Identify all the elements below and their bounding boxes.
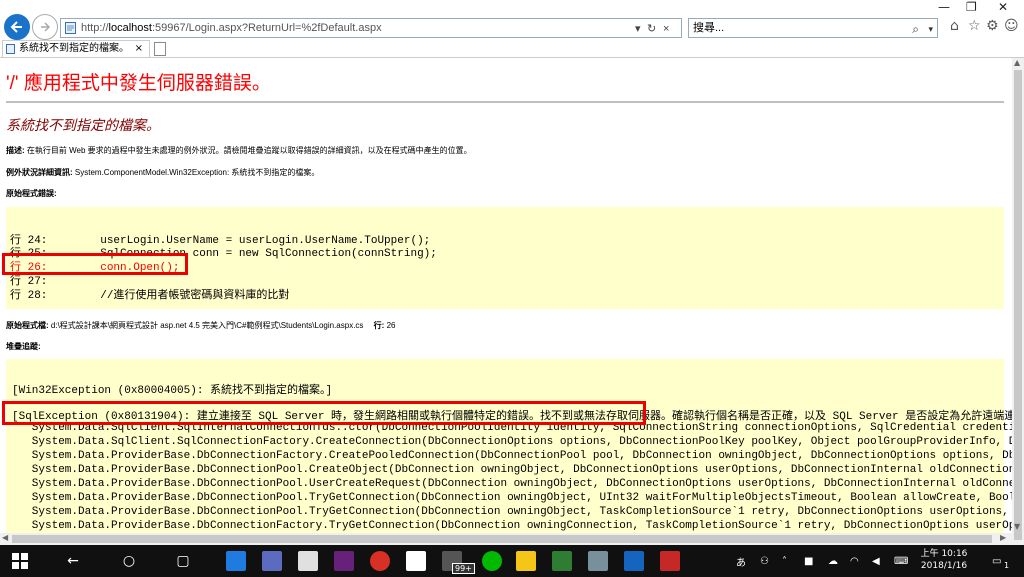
grid-app-icon[interactable] xyxy=(552,551,572,571)
scroll-right-icon[interactable]: ▶ xyxy=(1000,533,1006,542)
close-window-button[interactable]: ✕ xyxy=(998,0,1008,16)
stack-trace-heading: 堆疊追蹤: xyxy=(6,342,41,351)
clock-date: 2018/1/16 xyxy=(920,561,968,571)
show-hidden-icons[interactable]: ˄ xyxy=(782,545,787,577)
refresh-icon[interactable]: ↻ xyxy=(647,20,656,38)
line-icon[interactable] xyxy=(482,551,502,571)
page-icon xyxy=(6,44,15,54)
stack-line: System.Data.ProviderBase.DbConnectionPoo… xyxy=(12,464,1012,476)
source-code-block: 行 24: userLogin.UserName = userLogin.Use… xyxy=(2,207,1004,309)
page-title: '/' 應用程式中發生伺服器錯誤。 xyxy=(6,73,271,94)
search-dropdown-icon[interactable]: ▾ xyxy=(928,20,933,38)
visual-studio-icon[interactable] xyxy=(334,551,354,571)
arrow-right-icon xyxy=(41,22,51,32)
google-icon[interactable] xyxy=(406,551,426,571)
description-label: 描述: xyxy=(6,146,25,155)
url-prefix: http:// xyxy=(81,22,109,34)
browser-chrome: http://localhost:59967/Login.aspx?Return… xyxy=(0,0,1024,58)
ie-icon[interactable] xyxy=(624,551,644,571)
code-line-28: 行 28: //進行使用者帳號密碼與資料庫的比對 xyxy=(10,290,290,302)
vertical-scrollbar[interactable]: ▲ ▼ xyxy=(1012,58,1024,545)
notification-count: 1 xyxy=(1004,561,1010,570)
keyboard-icon[interactable]: ⌨ xyxy=(894,545,908,577)
description-text: 在執行目前 Web 要求的過程中發生未處理的例外狀況。請檢閱堆疊追蹤以取得錯誤的… xyxy=(24,146,472,155)
source-line-number: 26 xyxy=(384,321,396,330)
scroll-left-icon[interactable]: ◀ xyxy=(2,533,8,542)
minimize-button[interactable]: — xyxy=(938,0,950,16)
horizontal-scrollbar[interactable]: ◀ ▶ xyxy=(0,533,1012,545)
stack-line: System.Data.ProviderBase.DbConnectionPoo… xyxy=(12,478,1012,490)
taskbar-back-icon[interactable]: ← xyxy=(56,545,90,577)
source-line-label: 行: xyxy=(373,321,385,330)
stack-line: System.Data.ProviderBase.DbConnectionPoo… xyxy=(12,506,1012,518)
file-explorer-icon[interactable] xyxy=(262,551,282,571)
search-input[interactable]: 搜尋... ⌕ ▾ xyxy=(688,18,938,38)
horizontal-scroll-thumb[interactable] xyxy=(12,535,992,543)
stack-line: System.Data.ProviderBase.DbConnectionFac… xyxy=(12,450,1012,462)
action-center-icon[interactable]: ▭ xyxy=(992,545,1001,577)
windows-logo-icon xyxy=(12,553,28,569)
back-button[interactable] xyxy=(4,14,30,40)
url-rest: :59967/Login.aspx?ReturnUrl=%2fDefault.a… xyxy=(151,22,382,34)
smiley-icon[interactable]: ☺ xyxy=(1004,18,1019,34)
exception-label: 例外狀況詳細資訊: xyxy=(6,168,73,177)
exception-text: System.ComponentModel.Win32Exception: 系統… xyxy=(72,168,320,177)
address-bar[interactable]: http://localhost:59967/Login.aspx?Return… xyxy=(60,18,682,38)
start-button[interactable] xyxy=(0,545,40,577)
ime-indicator[interactable]: あ xyxy=(736,545,746,577)
error-line-highlight xyxy=(2,253,188,275)
vertical-scroll-thumb[interactable] xyxy=(1014,70,1022,540)
favorites-icon[interactable]: ☆ xyxy=(968,18,981,34)
source-file-path: d:\程式設計課本\網頁程式設計 asp.net 4.5 完美入門\C#範例程式… xyxy=(48,321,364,330)
scroll-up-icon[interactable]: ▲ xyxy=(1014,58,1020,67)
new-tab-button[interactable] xyxy=(154,42,166,56)
exception-row: 例外狀況詳細資訊: System.ComponentModel.Win32Exc… xyxy=(6,167,319,178)
volume-icon[interactable]: ◀ xyxy=(872,545,880,577)
stack-trace-block: [Win32Exception (0x80004005): 系統找不到指定的檔案… xyxy=(2,359,1012,545)
tab-close-icon[interactable]: × xyxy=(135,41,143,57)
chrome-icon[interactable] xyxy=(370,551,390,571)
notification-badge: 99+ xyxy=(452,563,475,574)
stack-line: System.Data.ProviderBase.DbConnectionFac… xyxy=(12,520,1012,532)
cortana-search-icon[interactable]: ○ xyxy=(112,545,146,577)
cloud-icon[interactable]: ☁ xyxy=(828,545,838,577)
system-clock[interactable]: 上午 10:16 2018/1/16 xyxy=(916,548,972,572)
scroll-down-icon[interactable]: ▼ xyxy=(1014,522,1020,531)
taskbar: ← ○ ▢ 99+ あ ⚇ ˄ ■ ☁ ◠ ◀ ⌨ 上午 10:16 2018/… xyxy=(0,545,1024,577)
title-divider xyxy=(6,101,1004,103)
page-icon xyxy=(65,22,76,34)
presentation-app-icon[interactable] xyxy=(660,551,680,571)
search-placeholder: 搜尋... xyxy=(693,22,725,34)
stack-line: System.Data.SqlClient.SqlConnectionFacto… xyxy=(12,436,1012,448)
win32-exception-line: [Win32Exception (0x80004005): 系統找不到指定的檔案… xyxy=(12,385,333,397)
book-icon[interactable] xyxy=(588,551,608,571)
search-dropdown-icon[interactable]: ▾ xyxy=(635,20,641,38)
people-icon[interactable]: ⚇ xyxy=(760,545,769,577)
source-error-heading: 原始程式錯誤: xyxy=(6,189,57,198)
app-tray-icon[interactable]: ■ xyxy=(804,545,813,577)
search-icon[interactable]: ⌕ xyxy=(912,20,919,38)
store-icon[interactable] xyxy=(298,551,318,571)
network-icon[interactable]: ◠ xyxy=(850,545,859,577)
arrow-left-icon xyxy=(10,21,22,33)
tab-title: 系統找不到指定的檔案。 xyxy=(19,43,129,54)
photo-app-icon[interactable] xyxy=(516,551,536,571)
stack-line: System.Data.ProviderBase.DbConnectionPoo… xyxy=(12,492,1012,504)
description-row: 描述: 在執行目前 Web 要求的過程中發生未處理的例外狀況。請檢閱堆疊追蹤以取… xyxy=(6,145,472,156)
home-icon[interactable]: ⌂ xyxy=(950,18,959,34)
task-view-icon[interactable]: ▢ xyxy=(166,545,200,577)
error-subtitle: 系統找不到指定的檔案。 xyxy=(6,117,160,133)
stop-icon[interactable]: × xyxy=(663,20,669,38)
clock-time: 上午 10:16 xyxy=(920,549,968,559)
restore-button[interactable]: ❐ xyxy=(966,0,977,16)
forward-button[interactable] xyxy=(32,14,58,40)
gear-icon[interactable]: ⚙ xyxy=(986,18,999,34)
source-file-label: 原始程式檔: xyxy=(6,321,49,330)
page-content: '/' 應用程式中發生伺服器錯誤。 系統找不到指定的檔案。 描述: 在執行目前 … xyxy=(0,58,1012,545)
sql-exception-highlight xyxy=(2,401,646,425)
url-host: localhost xyxy=(108,22,152,34)
source-file-row: 原始程式檔: d:\程式設計課本\網頁程式設計 asp.net 4.5 完美入門… xyxy=(6,320,395,331)
tab-current[interactable]: 系統找不到指定的檔案。 × xyxy=(2,40,150,58)
edge-icon[interactable] xyxy=(226,551,246,571)
